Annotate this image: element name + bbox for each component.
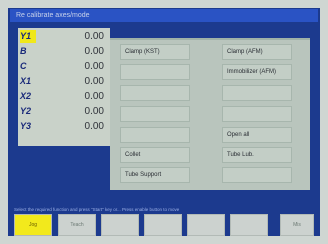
axis-value: 0.00 [84, 46, 104, 57]
softkey-mis[interactable]: Mis [280, 214, 314, 236]
axis-label: Y3 [20, 121, 32, 131]
axis-row[interactable]: C 0.00 [18, 60, 110, 73]
softkey[interactable] [230, 214, 268, 236]
function-button[interactable]: Immobilizer (AFM) [222, 64, 292, 80]
softkey[interactable] [144, 214, 182, 236]
axis-row[interactable]: B 0.00 [18, 45, 110, 58]
window-title: Re calibrate axes/mode [10, 9, 318, 22]
softkey-jog[interactable]: Jog [14, 214, 52, 236]
function-button[interactable]: Clamp (KST) [120, 44, 190, 60]
function-button[interactable] [222, 85, 292, 101]
axis-value: 0.00 [84, 76, 104, 87]
axis-value: 0.00 [84, 121, 104, 132]
axis-value: 0.00 [84, 106, 104, 117]
axis-label: B [20, 46, 27, 56]
function-button[interactable] [120, 106, 190, 122]
softkey[interactable] [101, 214, 139, 236]
axis-value: 0.00 [84, 91, 104, 102]
function-button[interactable]: Collet [120, 147, 190, 163]
softkey[interactable] [187, 214, 225, 236]
axis-panel: Y1 0.00 B 0.00 C 0.00 X1 0.00 X2 0.00 Y2… [18, 28, 110, 146]
function-button[interactable] [120, 64, 190, 80]
axis-value: 0.00 [84, 61, 104, 72]
status-message: Select the required function and press "… [14, 207, 180, 212]
axis-label: Y2 [20, 106, 32, 116]
axis-row[interactable]: Y2 0.00 [18, 105, 110, 118]
function-button[interactable]: Tube Lub. [222, 147, 292, 163]
axis-label: C [20, 61, 27, 71]
axis-label: X2 [20, 91, 32, 101]
axis-row[interactable]: Y1 0.00 [18, 30, 110, 43]
function-button[interactable] [120, 85, 190, 101]
axis-row[interactable]: X1 0.00 [18, 75, 110, 88]
axis-label: X1 [20, 76, 32, 86]
function-button[interactable] [222, 106, 292, 122]
function-button[interactable] [222, 167, 292, 183]
softkey-teach[interactable]: Teach [58, 214, 96, 236]
axis-label: Y1 [20, 30, 36, 43]
axis-row[interactable]: Y3 0.00 [18, 120, 110, 133]
function-button[interactable] [120, 127, 190, 143]
function-button[interactable]: Tube Support [120, 167, 190, 183]
axis-row[interactable]: X2 0.00 [18, 90, 110, 103]
function-button[interactable]: Open all [222, 127, 292, 143]
axis-value: 0.00 [84, 31, 104, 42]
function-button[interactable]: Clamp (AFM) [222, 44, 292, 60]
